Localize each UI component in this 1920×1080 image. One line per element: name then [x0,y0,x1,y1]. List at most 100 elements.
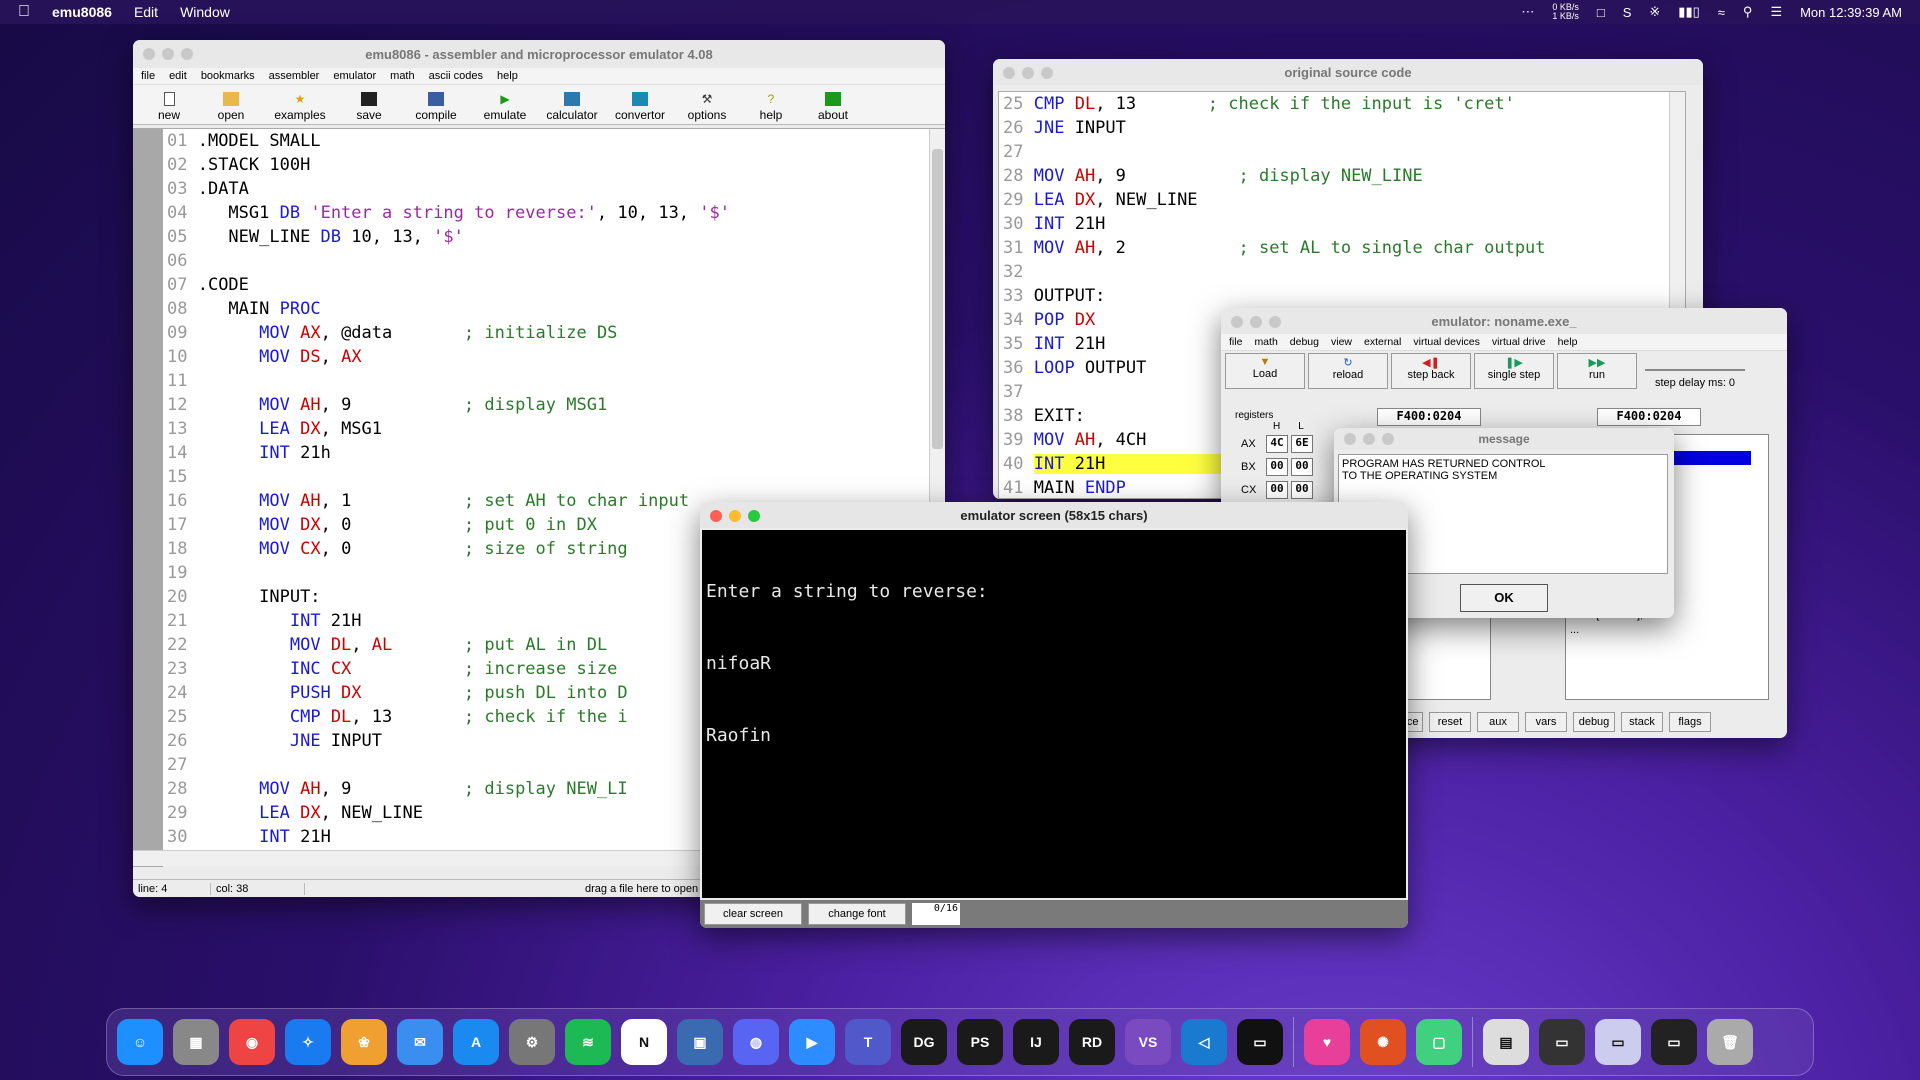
menubar-app-name[interactable]: emu8086 [52,4,112,20]
emulate-button[interactable]: ▶ emulate [475,92,535,122]
zoom-icon[interactable] [181,48,193,60]
reload-button[interactable]: ↻ reload [1308,353,1388,389]
close-icon[interactable] [143,48,155,60]
debug-button[interactable]: debug [1573,712,1615,732]
emu-menu-math[interactable]: math [1254,336,1277,348]
dock-item-preview-icon[interactable]: ▤ [1483,1019,1529,1065]
editor-line[interactable]: 12 MOV AH, 9 ; display MSG1 [167,393,923,417]
dock-item-finder-icon[interactable]: ☺ [117,1019,163,1065]
dock-item-trash-icon[interactable]: 🗑 [1707,1019,1753,1065]
menubar-item-window[interactable]: Window [180,4,230,20]
editor-line[interactable]: 10 MOV DS, AX [167,345,923,369]
clock[interactable]: Mon 12:39:39 AM [1800,5,1902,20]
dock-item-settings-icon[interactable]: ⚙ [509,1019,555,1065]
dock-item-teams-icon[interactable]: T [845,1019,891,1065]
source-line[interactable]: 27 [1003,140,1669,164]
register-high[interactable]: 00 [1266,480,1288,499]
dock-item-ps-icon[interactable]: PS [957,1019,1003,1065]
editor-line[interactable]: 11 [167,369,923,393]
wifi-icon[interactable]: ≈ [1718,5,1725,20]
minimize-icon[interactable] [1250,316,1262,328]
register-low[interactable]: 00 [1291,480,1313,499]
emu-menu-view[interactable]: view [1331,336,1352,348]
editor-line[interactable]: 05 NEW_LINE DB 10, 13, '$' [167,225,923,249]
more-icon[interactable]: ⋯ [1521,4,1534,20]
vars-button[interactable]: vars [1525,712,1567,732]
menu-ascii-codes[interactable]: ascii codes [429,70,483,82]
source-line[interactable]: 25 CMP DL, 13 ; check if the input is 'c… [1003,92,1669,116]
dock-item-notion-icon[interactable]: N [621,1019,667,1065]
dock-item-ij-icon[interactable]: IJ [1013,1019,1059,1065]
close-icon[interactable] [1231,316,1243,328]
convertor-button[interactable]: convertor [609,92,671,122]
compile-button[interactable]: compile [403,92,469,122]
dock-item-photos-icon[interactable]: ❀ [341,1019,387,1065]
clear-screen-button[interactable]: clear screen [704,903,802,925]
zoom-icon[interactable] [1382,433,1394,445]
dock-item-rd-icon[interactable]: RD [1069,1019,1115,1065]
search-icon[interactable]: ⚲ [1743,4,1753,20]
source-line[interactable]: 29 LEA DX, NEW_LINE [1003,188,1669,212]
register-low[interactable]: 6E [1291,434,1313,453]
options-button[interactable]: ⚒ options [677,92,737,122]
menu-math[interactable]: math [390,70,414,82]
open-button[interactable]: open [203,92,259,122]
close-icon[interactable] [710,510,722,522]
scroll-thumb[interactable] [932,149,943,449]
stack-button[interactable]: stack [1621,712,1663,732]
source-line[interactable]: 33 OUTPUT: [1003,284,1669,308]
close-icon[interactable] [1003,67,1015,79]
single-step-button[interactable]: ❚▶ single step [1474,353,1554,389]
message-icon[interactable]: □ [1597,5,1605,20]
dock-item-vs-code-icon[interactable]: ◁ [1181,1019,1227,1065]
menu-help[interactable]: help [497,70,518,82]
editor-line[interactable]: 04 MSG1 DB 'Enter a string to reverse:',… [167,201,923,225]
save-button[interactable]: save [341,92,397,122]
zoom-icon[interactable] [748,510,760,522]
minimize-icon[interactable] [162,48,174,60]
emu-menu-virtual-devices[interactable]: virtual devices [1413,336,1480,348]
calculator-button[interactable]: calculator [541,92,603,122]
new-button[interactable]: new [141,92,197,122]
emu-menu-virtual-drive[interactable]: virtual drive [1492,336,1546,348]
source-line[interactable]: 26 JNE INPUT [1003,116,1669,140]
dock-item-pinwheel-icon[interactable]: ✺ [1360,1019,1406,1065]
dock-item-zoom-icon[interactable]: ▶ [789,1019,835,1065]
skype-icon[interactable]: S [1623,5,1632,20]
editor-line[interactable]: 15 [167,465,923,489]
step-delay-slider[interactable] [1645,369,1745,371]
editor-line[interactable]: 08 MAIN PROC [167,297,923,321]
dock-item-virtualbox-icon[interactable]: ▣ [677,1019,723,1065]
editor-line[interactable]: 01 .MODEL SMALL [167,129,923,153]
minimize-icon[interactable] [729,510,741,522]
dock-item-launchpad-icon[interactable]: ▦ [173,1019,219,1065]
run-button[interactable]: ▶▶ run [1557,353,1637,389]
emu-menu-debug[interactable]: debug [1290,336,1319,348]
zoom-icon[interactable] [1041,67,1053,79]
editor-line[interactable]: 02 .STACK 100H [167,153,923,177]
editor-line[interactable]: 07 .CODE [167,273,923,297]
address-field-1[interactable]: F400:0204 [1377,408,1481,426]
message-titlebar[interactable]: message [1334,428,1674,450]
disassembly-row[interactable]: ... [1570,623,1768,638]
register-high[interactable]: 4C [1266,434,1288,453]
source-titlebar[interactable]: original source code [993,59,1703,85]
menu-edit[interactable]: edit [169,70,187,82]
dock-item-vs-icon[interactable]: VS [1125,1019,1171,1065]
register-high[interactable]: 00 [1266,457,1288,476]
dock-item-terminal-icon[interactable]: ▭ [1237,1019,1283,1065]
emulator-titlebar[interactable]: emulator: noname.exe_ [1221,308,1787,334]
dock-item-app-store-icon[interactable]: A [453,1019,499,1065]
zoom-icon[interactable] [1269,316,1281,328]
minimize-icon[interactable] [1363,433,1375,445]
register-low[interactable]: 00 [1291,457,1313,476]
console-output[interactable]: Enter a string to reverse: nifoaR Raofin [702,530,1406,898]
emu-menu-file[interactable]: file [1229,336,1242,348]
emu-menu-external[interactable]: external [1364,336,1401,348]
apple-icon[interactable]:  [18,3,30,21]
emulator-screen-titlebar[interactable]: emulator screen (58x15 chars) [700,502,1408,528]
dock-item-mail-icon[interactable]: ✉ [397,1019,443,1065]
source-line[interactable]: 28 MOV AH, 9 ; display NEW_LINE [1003,164,1669,188]
dock-item-window-icon[interactable]: ▭ [1651,1019,1697,1065]
about-button[interactable]: about [805,92,861,122]
